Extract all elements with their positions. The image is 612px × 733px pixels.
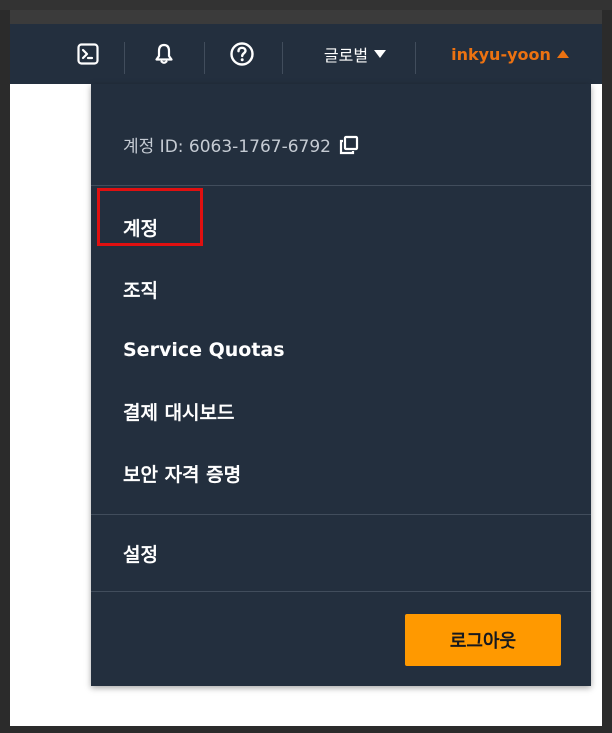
nav-separator: [415, 42, 416, 74]
region-label: 글로벌: [323, 46, 369, 65]
cloudshell-icon: [77, 43, 99, 65]
region-selector[interactable]: 글로벌: [300, 24, 410, 84]
window-frame: 글로벌 inkyu-yoon 계정 ID: 6063-1767-6792 계정 …: [0, 0, 612, 733]
help-icon: [230, 42, 254, 66]
nav-separator: [124, 42, 125, 74]
notifications-button[interactable]: [144, 24, 184, 84]
menu-item-account[interactable]: 계정: [123, 214, 158, 241]
user-label: inkyu-yoon: [451, 44, 551, 64]
bell-icon: [155, 43, 173, 64]
menu-divider: [91, 514, 591, 515]
top-strip: [0, 0, 612, 10]
menu-item-organization[interactable]: 조직: [123, 276, 158, 303]
logout-button[interactable]: 로그아웃: [405, 614, 561, 666]
account-id-text: 계정 ID: 6063-1767-6792: [123, 137, 331, 157]
help-button[interactable]: [222, 24, 262, 84]
caret-down-icon: [374, 50, 387, 58]
caret-up-icon: [556, 50, 569, 58]
nav-separator: [282, 42, 283, 74]
menu-item-settings[interactable]: 설정: [123, 540, 158, 567]
copy-icon[interactable]: [339, 135, 359, 155]
top-strip-inner: [10, 10, 602, 24]
menu-item-billing-dashboard[interactable]: 결제 대시보드: [123, 398, 235, 425]
account-id-row: 계정 ID: 6063-1767-6792: [123, 132, 359, 157]
menu-item-security-credentials[interactable]: 보안 자격 증명: [123, 460, 241, 487]
menu-divider: [91, 591, 591, 592]
menu-item-service-quotas[interactable]: Service Quotas: [123, 339, 285, 361]
menu-divider: [91, 185, 591, 186]
user-menu-button[interactable]: inkyu-yoon: [430, 24, 590, 84]
screen: 글로벌 inkyu-yoon 계정 ID: 6063-1767-6792 계정 …: [10, 10, 602, 726]
nav-separator: [204, 42, 205, 74]
cloudshell-button[interactable]: [68, 24, 108, 84]
user-dropdown-menu: 계정 ID: 6063-1767-6792 계정 조직 Service Quot…: [91, 84, 591, 686]
top-navigation-bar: 글로벌 inkyu-yoon: [10, 24, 602, 84]
